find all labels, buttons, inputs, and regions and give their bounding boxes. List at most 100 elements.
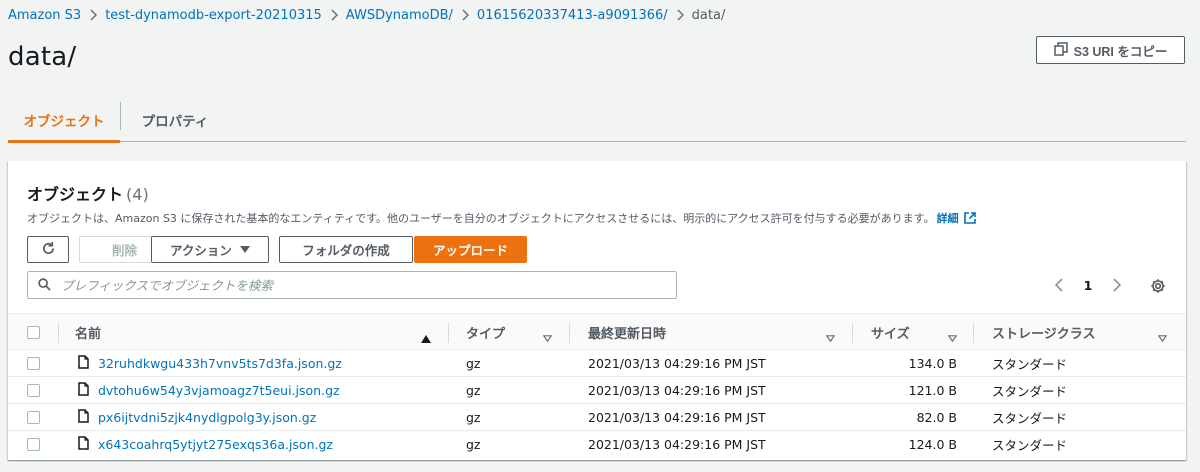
column-divider <box>569 323 570 343</box>
column-header-storage-class[interactable]: ストレージクラス <box>992 314 1095 351</box>
file-icon <box>78 408 98 426</box>
object-name-cell: x643coahrq5ytjyt275exqs36a.json.gz <box>78 431 333 457</box>
actions-dropdown-button[interactable]: アクション <box>151 236 269 263</box>
sort-icon[interactable] <box>825 327 836 346</box>
row-checkbox-cell <box>27 377 40 403</box>
column-divider <box>852 323 853 343</box>
object-last-modified: 2021/03/13 04:29:16 PM JST <box>588 355 766 371</box>
object-name-link[interactable]: x643coahrq5ytjyt275exqs36a.json.gz <box>98 437 333 452</box>
column-divider <box>973 323 974 343</box>
object-storage-class: スタンダード <box>992 437 1068 453</box>
sort-icon[interactable] <box>1157 327 1168 346</box>
table-row[interactable]: dvtohu6w54y3vjamoagz7t5eui.json.gz gz 20… <box>8 377 1186 404</box>
object-size: 82.0 B <box>916 409 957 425</box>
refresh-button[interactable] <box>27 236 69 263</box>
create-folder-button[interactable]: フォルダの作成 <box>279 236 413 263</box>
row-checkbox-cell <box>27 350 40 376</box>
object-type: gz <box>466 436 481 452</box>
breadcrumb-item-awsdynamodb[interactable]: AWSDynamoDB/ <box>346 8 453 23</box>
table-row[interactable]: x643coahrq5ytjyt275exqs36a.json.gz gz 20… <box>8 431 1186 458</box>
object-name-cell: px6ijtvdni5zjk4nydlgpolg3y.json.gz <box>78 404 316 430</box>
object-type: gz <box>466 409 481 425</box>
next-page-icon[interactable] <box>1106 273 1128 297</box>
page-title: data/ <box>8 42 77 72</box>
panel-title-text: オブジェクト <box>27 185 124 204</box>
actions-label: アクション <box>170 244 232 258</box>
panel-description: オブジェクトは、Amazon S3 に保存された基本的なエンティティです。他のユ… <box>27 210 976 226</box>
sort-icon[interactable] <box>947 327 958 346</box>
breadcrumb-item-export-id[interactable]: 01615620337413-a9091366/ <box>477 8 668 23</box>
chevron-right-icon <box>81 8 105 23</box>
row-checkbox-cell <box>27 404 40 430</box>
copy-icon <box>1053 41 1068 59</box>
sort-icon[interactable] <box>542 327 553 346</box>
tab-objects[interactable]: オブジェクト <box>8 98 120 143</box>
select-all-checkbox-cell <box>27 314 40 351</box>
copy-s3-uri-label: S3 URI をコピー <box>1073 44 1168 59</box>
chevron-right-icon <box>322 8 346 23</box>
objects-table: 名前 タイプ 最終更新日時 サイズ ストレージクラス 32ruhdkwgu433… <box>8 313 1186 458</box>
column-header-name[interactable]: 名前 <box>75 314 101 351</box>
sort-ascending-icon[interactable] <box>421 328 431 347</box>
caret-down-icon <box>239 243 250 257</box>
object-storage-class: スタンダード <box>992 356 1068 372</box>
object-name-cell: dvtohu6w54y3vjamoagz7t5eui.json.gz <box>78 377 340 403</box>
panel-description-text: オブジェクトは、Amazon S3 に保存された基本的なエンティティです。他のユ… <box>27 212 935 225</box>
table-row[interactable]: px6ijtvdni5zjk4nydlgpolg3y.json.gz gz 20… <box>8 404 1186 431</box>
search-icon <box>38 276 51 295</box>
column-divider <box>58 323 59 343</box>
object-name-cell: 32ruhdkwgu433h7vnv5ts7d3fa.json.gz <box>78 350 342 376</box>
object-size: 124.0 B <box>908 436 957 452</box>
object-name-link[interactable]: 32ruhdkwgu433h7vnv5ts7d3fa.json.gz <box>98 356 342 371</box>
row-checkbox[interactable] <box>27 356 40 370</box>
breadcrumb: Amazon S3 test-dynamodb-export-20210315 … <box>8 5 725 25</box>
row-checkbox[interactable] <box>27 410 40 424</box>
object-type: gz <box>466 355 481 371</box>
breadcrumb-item-current: data/ <box>691 7 726 23</box>
object-last-modified: 2021/03/13 04:29:16 PM JST <box>588 409 766 425</box>
refresh-icon <box>41 241 56 259</box>
learn-more-link[interactable]: 詳細 <box>937 212 959 225</box>
column-divider <box>448 323 449 343</box>
tab-divider <box>120 102 121 130</box>
table-header: 名前 タイプ 最終更新日時 サイズ ストレージクラス <box>8 313 1186 350</box>
object-name-link[interactable]: dvtohu6w54y3vjamoagz7t5eui.json.gz <box>98 383 340 398</box>
objects-panel: オブジェクト (4) オブジェクトは、Amazon S3 に保存された基本的なエン… <box>8 161 1186 460</box>
panel-title: オブジェクト (4) <box>27 181 149 205</box>
search-box <box>27 271 677 299</box>
select-all-checkbox[interactable] <box>27 326 40 339</box>
file-icon <box>78 435 98 453</box>
object-size: 121.0 B <box>908 382 957 398</box>
object-last-modified: 2021/03/13 04:29:16 PM JST <box>588 382 766 398</box>
search-input[interactable] <box>61 273 676 297</box>
object-name-link[interactable]: px6ijtvdni5zjk4nydlgpolg3y.json.gz <box>98 410 316 425</box>
file-icon <box>78 381 98 399</box>
table-row[interactable]: 32ruhdkwgu433h7vnv5ts7d3fa.json.gz gz 20… <box>8 350 1186 377</box>
external-link-icon <box>959 212 976 225</box>
file-icon <box>78 354 98 372</box>
breadcrumb-item-bucket[interactable]: test-dynamodb-export-20210315 <box>105 8 322 23</box>
object-storage-class: スタンダード <box>992 383 1068 399</box>
tab-properties[interactable]: プロパティ <box>130 98 220 142</box>
tab-bar: オブジェクト プロパティ <box>8 98 1186 143</box>
object-type: gz <box>466 382 481 398</box>
current-page-number[interactable]: 1 <box>1070 278 1106 293</box>
column-header-type[interactable]: タイプ <box>466 314 505 351</box>
row-checkbox[interactable] <box>27 383 40 397</box>
settings-gear-icon[interactable] <box>1147 275 1169 297</box>
row-checkbox-cell <box>27 431 40 457</box>
pagination: 1 <box>1048 273 1128 297</box>
object-storage-class: スタンダード <box>992 410 1068 426</box>
chevron-right-icon <box>453 8 477 23</box>
column-header-last-modified[interactable]: 最終更新日時 <box>588 314 666 351</box>
object-last-modified: 2021/03/13 04:29:16 PM JST <box>588 436 766 452</box>
upload-button[interactable]: アップロード <box>414 236 527 263</box>
breadcrumb-item-amazon-s3[interactable]: Amazon S3 <box>8 8 81 23</box>
object-size: 134.0 B <box>908 355 957 371</box>
chevron-right-icon <box>668 8 692 23</box>
previous-page-icon[interactable] <box>1048 273 1070 297</box>
copy-s3-uri-button[interactable]: S3 URI をコピー <box>1036 36 1185 64</box>
row-checkbox[interactable] <box>27 437 40 451</box>
column-header-size[interactable]: サイズ <box>871 314 910 351</box>
object-count: (4) <box>126 185 149 204</box>
